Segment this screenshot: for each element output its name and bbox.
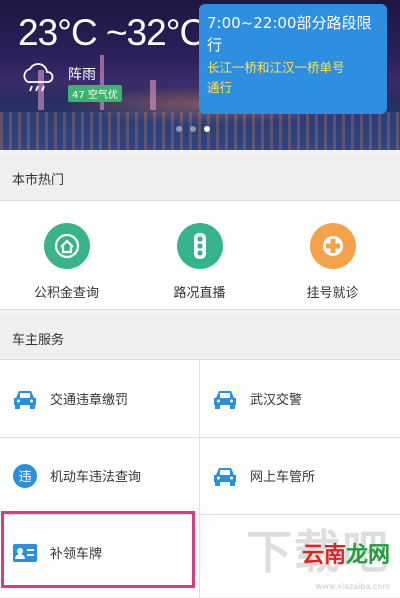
temperature: 23°C ~32°C [18,12,205,54]
service-label: 机动车违法查询 [50,466,141,485]
car-icon [212,388,238,410]
carousel-dot[interactable] [176,126,182,132]
carousel-dot-active[interactable] [204,126,210,132]
service-label: 武汉交警 [250,389,302,408]
hot-section-header: 本市热门 [0,158,400,204]
medical-cross-icon [310,223,356,269]
service-label: 交通违章缴罚 [50,389,128,408]
watermark: 下载吧 云南龙网 www.xiazaiba.com [246,516,390,591]
service-label: 网上车管所 [250,466,315,485]
service-online-dmv[interactable]: 网上车管所 [200,437,400,514]
car-icon [12,388,38,410]
air-quality-badge: 47 空气优 [68,85,122,102]
service-wuhan-police[interactable]: 武汉交警 [200,360,400,437]
carousel-dot[interactable] [190,126,196,132]
notice-detail: 长江一桥和江汉一桥单号 [207,58,379,78]
watermark-brand: 云南龙网 [302,537,390,569]
weather-description: 阵雨 [68,64,96,84]
weather-banner[interactable]: 23°C ~32°C 阵雨 47 空气优 7:00~22:00部分路段限行 长江… [0,0,400,150]
traffic-light-icon [177,223,223,269]
car-icon [212,465,238,487]
watermark-url: www.xiazaiba.com [246,582,390,591]
hot-item-traffic-live[interactable]: 路况直播 [133,223,266,301]
hot-item-label: 路况直播 [133,282,266,301]
notice-title: 7:00~22:00部分路段限行 [207,12,379,56]
rain-cloud-icon [18,62,58,94]
svg-text:违: 违 [18,470,31,485]
traffic-notice-card[interactable]: 7:00~22:00部分路段限行 长江一桥和江汉一桥单号 通行 [199,4,387,114]
hot-item-housing-fund[interactable]: 公积金查询 [0,223,133,301]
hot-panel: 公积金查询 路况直播 挂号就诊 [0,200,400,310]
services-section-header: 车主服务 [0,318,400,364]
notice-detail-cont: 通行 [207,78,379,98]
building [150,80,156,110]
service-traffic-fine[interactable]: 交通违章缴罚 [0,360,200,437]
violation-icon: 违 [12,463,38,489]
highlight-box [1,511,195,588]
watermark-brand-a: 云南 [302,543,346,568]
watermark-brand-b: 龙网 [346,543,390,568]
housing-fund-icon [44,223,90,269]
hot-item-label: 公积金查询 [0,282,133,301]
hot-item-registration[interactable]: 挂号就诊 [266,223,399,301]
hot-item-label: 挂号就诊 [266,282,399,301]
service-violation-query[interactable]: 违 机动车违法查询 [0,437,200,514]
carousel-indicator [176,126,210,132]
